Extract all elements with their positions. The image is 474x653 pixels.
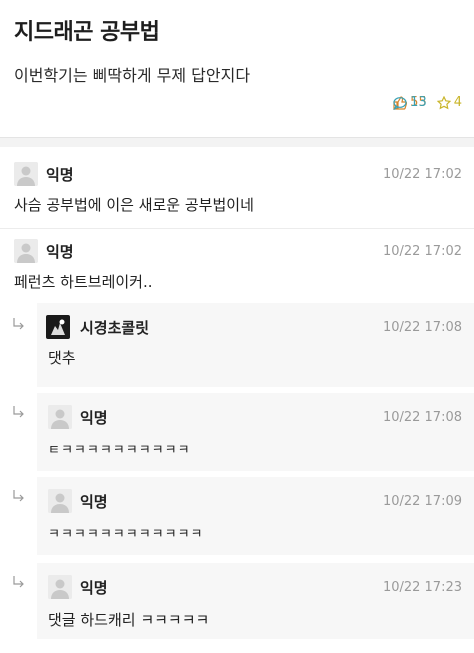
- reply-box: [37, 303, 474, 387]
- post-header: 지드래곤 공부법 이번학기는 삐딱하게 무제 답안지다 55 13 4: [0, 0, 474, 136]
- default-avatar-icon: [14, 162, 38, 186]
- reply-box: [37, 477, 474, 555]
- comment-author[interactable]: 익명: [46, 241, 74, 262]
- comment-author[interactable]: 익명: [80, 577, 108, 598]
- comment-time: 10/22 17:08: [382, 410, 462, 425]
- comment-time: 10/22 17:09: [382, 494, 462, 509]
- comment-time: 10/22 17:02: [382, 167, 462, 182]
- reply-item: 익명 10/22 17:08 ㅌㅋㅋㅋㅋㅋㅋㅋㅋㅋㅋ: [0, 387, 474, 471]
- default-avatar-icon: [48, 405, 72, 429]
- reply-item: 익명 10/22 17:23 댓글 하드캐리 ㅋㅋㅋㅋㅋ: [0, 555, 474, 647]
- comment-text: 사슴 공부법에 이은 새로운 공부법이네: [14, 196, 254, 214]
- custom-avatar-icon: [46, 315, 70, 339]
- comment-count[interactable]: 13: [393, 95, 474, 110]
- comment-text: ㅋㅋㅋㅋㅋㅋㅋㅋㅋㅋㅋㅋ: [48, 527, 204, 542]
- comment-text: 페런츠 하트브레이커..: [14, 273, 153, 291]
- default-avatar-icon: [48, 575, 72, 599]
- comment-time: 10/22 17:23: [382, 580, 462, 595]
- post-stats: 55 13 4: [393, 95, 462, 110]
- default-avatar-icon: [48, 489, 72, 513]
- default-avatar-icon: [14, 239, 38, 263]
- reply-arrow-icon: [13, 406, 24, 418]
- comment-author[interactable]: 익명: [80, 407, 108, 428]
- comment-item: 익명 10/22 17:02 페런츠 하트브레이커..: [0, 229, 474, 301]
- comment-text: 댓추: [48, 349, 76, 367]
- comment-author[interactable]: 익명: [80, 491, 108, 512]
- comment-author[interactable]: 익명: [46, 164, 74, 185]
- reply-arrow-icon: [13, 318, 24, 330]
- section-divider: [0, 137, 474, 147]
- comment-text: 댓글 하드캐리 ㅋㅋㅋㅋㅋ: [48, 611, 210, 629]
- reply-item: 시경초콜릿 10/22 17:08 댓추: [0, 301, 474, 387]
- post-body: 이번학기는 삐딱하게 무제 답안지다: [14, 66, 251, 85]
- post-title: 지드래곤 공부법: [14, 20, 160, 45]
- reply-item: 익명 10/22 17:09 ㅋㅋㅋㅋㅋㅋㅋㅋㅋㅋㅋㅋ: [0, 471, 474, 555]
- reply-box: [37, 393, 474, 471]
- reply-arrow-icon: [13, 490, 24, 502]
- comment-time: 10/22 17:02: [382, 244, 462, 259]
- comment-item: 익명 10/22 17:02 사슴 공부법에 이은 새로운 공부법이네: [0, 148, 474, 228]
- comment-time: 10/22 17:08: [382, 320, 462, 335]
- comment-count-value: 13: [410, 95, 427, 110]
- reply-arrow-icon: [13, 576, 24, 588]
- comment-text: ㅌㅋㅋㅋㅋㅋㅋㅋㅋㅋㅋ: [48, 443, 191, 458]
- speech-bubble-icon: [393, 96, 407, 110]
- comment-author[interactable]: 시경초콜릿: [80, 317, 149, 338]
